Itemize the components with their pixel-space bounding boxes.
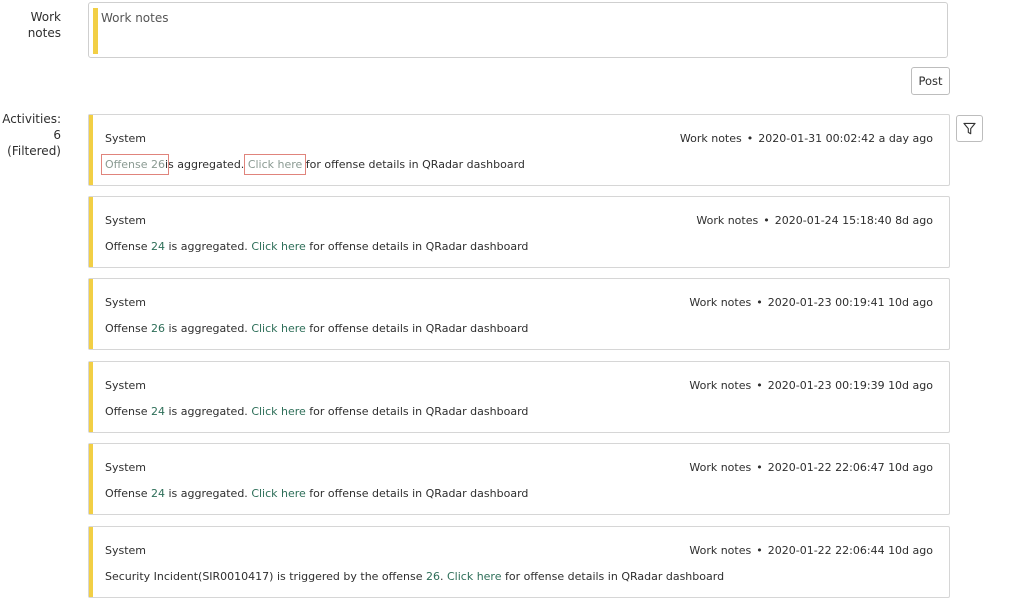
activity-stripe [89,115,93,185]
activity-author: System [105,132,147,145]
activity-relative-time: 10d ago [888,379,933,392]
activity-body: Security Incident(SIR0010417) is trigger… [105,570,725,583]
activity-author: System [105,296,147,309]
meta-separator: • [756,296,763,309]
activity-body: Offense 24 is aggregated. Click here for… [105,487,529,500]
activity-type: Work notes [679,132,742,145]
meta-separator: • [763,214,770,227]
activity-author: System [105,461,147,474]
activity-body: Offense 26is aggregated. Click here for … [101,154,525,175]
meta-separator: • [756,461,763,474]
activity-meta: Work notes • 2020-01-31 00:02:42 a day ago [680,132,933,145]
offense-number-link[interactable]: 24 [151,240,165,253]
click-here-link[interactable]: Click here [243,154,307,175]
activity-card: System Work notes • 2020-01-31 00:02:42 a … [88,114,950,186]
activity-card: System Work notes • 2020-01-22 22:06:47 10… [88,443,950,515]
post-button[interactable]: Post [911,67,950,95]
activity-meta: Work notes • 2020-01-22 22:06:47 10d ago [689,461,933,474]
meta-separator: • [756,379,763,392]
activity-body: Offense 24 is aggregated. Click here for… [105,240,529,253]
offense-number-link[interactable]: 26 [426,570,440,583]
activity-type: Work notes [696,214,759,227]
activity-card: System Work notes • 2020-01-22 22:06:44 10… [88,526,950,598]
activity-type: Work notes [689,544,752,557]
offense-number-link[interactable]: 24 [151,405,165,418]
activity-timestamp: 2020-01-31 00:02:42 [758,132,876,145]
activity-timestamp: 2020-01-23 00:19:39 [767,379,885,392]
activity-card: System Work notes • 2020-01-24 15:18:40 8d… [88,196,950,268]
activity-meta: Work notes • 2020-01-22 22:06:44 10d ago [689,544,933,557]
activity-type: Work notes [689,461,752,474]
work-notes-input[interactable]: Work notes [88,2,948,58]
activity-body: Offense 26 is aggregated. Click here for… [105,322,529,335]
activities-count: Activities: 6 [2,112,61,142]
activity-relative-time: a day ago [878,132,933,145]
offense-highlight: Offense 26 [101,154,169,175]
activities-label: Activities: 6 (Filtered) [0,111,61,159]
activity-stripe [89,444,93,514]
activity-meta: Work notes • 2020-01-24 15:18:40 8d ago [696,214,933,227]
work-notes-placeholder: Work notes [101,11,169,25]
click-here-link[interactable]: Click here [251,322,306,335]
filter-icon [963,122,976,135]
activity-stripe [89,279,93,349]
work-notes-accent-bar [93,8,98,54]
activity-relative-time: 8d ago [895,214,933,227]
activity-relative-time: 10d ago [888,461,933,474]
activity-card: System Work notes • 2020-01-23 00:19:41 10… [88,278,950,350]
offense-number-link[interactable]: 24 [151,487,165,500]
activity-timestamp: 2020-01-23 00:19:41 [767,296,885,309]
activity-type: Work notes [689,379,752,392]
activity-relative-time: 10d ago [888,544,933,557]
meta-separator: • [756,544,763,557]
activity-stripe [89,197,93,267]
activity-timestamp: 2020-01-24 15:18:40 [774,214,892,227]
activity-stripe [89,527,93,597]
click-here-link[interactable]: Click here [447,570,502,583]
filter-button[interactable] [956,115,983,142]
activity-timestamp: 2020-01-22 22:06:47 [767,461,885,474]
activity-card: System Work notes • 2020-01-23 00:19:39 10… [88,361,950,433]
meta-separator: • [746,132,754,145]
activity-author: System [105,214,147,227]
activity-stripe [89,362,93,432]
offense-number-link[interactable]: 26 [151,158,165,171]
click-here-link[interactable]: Click here [251,487,306,500]
activity-body: Offense 24 is aggregated. Click here for… [105,405,529,418]
activity-author: System [105,379,147,392]
activity-type: Work notes [689,296,752,309]
activity-author: System [105,544,147,557]
activity-meta: Work notes • 2020-01-23 00:19:39 10d ago [689,379,933,392]
activity-timestamp: 2020-01-22 22:06:44 [767,544,885,557]
click-here-link[interactable]: Click here [251,405,306,418]
activities-filtered: (Filtered) [7,144,61,158]
activity-meta: Work notes • 2020-01-23 00:19:41 10d ago [689,296,933,309]
work-notes-label: Work notes [27,10,61,40]
click-here-link[interactable]: Click here [251,240,306,253]
offense-number-link[interactable]: 26 [151,322,165,335]
activity-relative-time: 10d ago [888,296,933,309]
